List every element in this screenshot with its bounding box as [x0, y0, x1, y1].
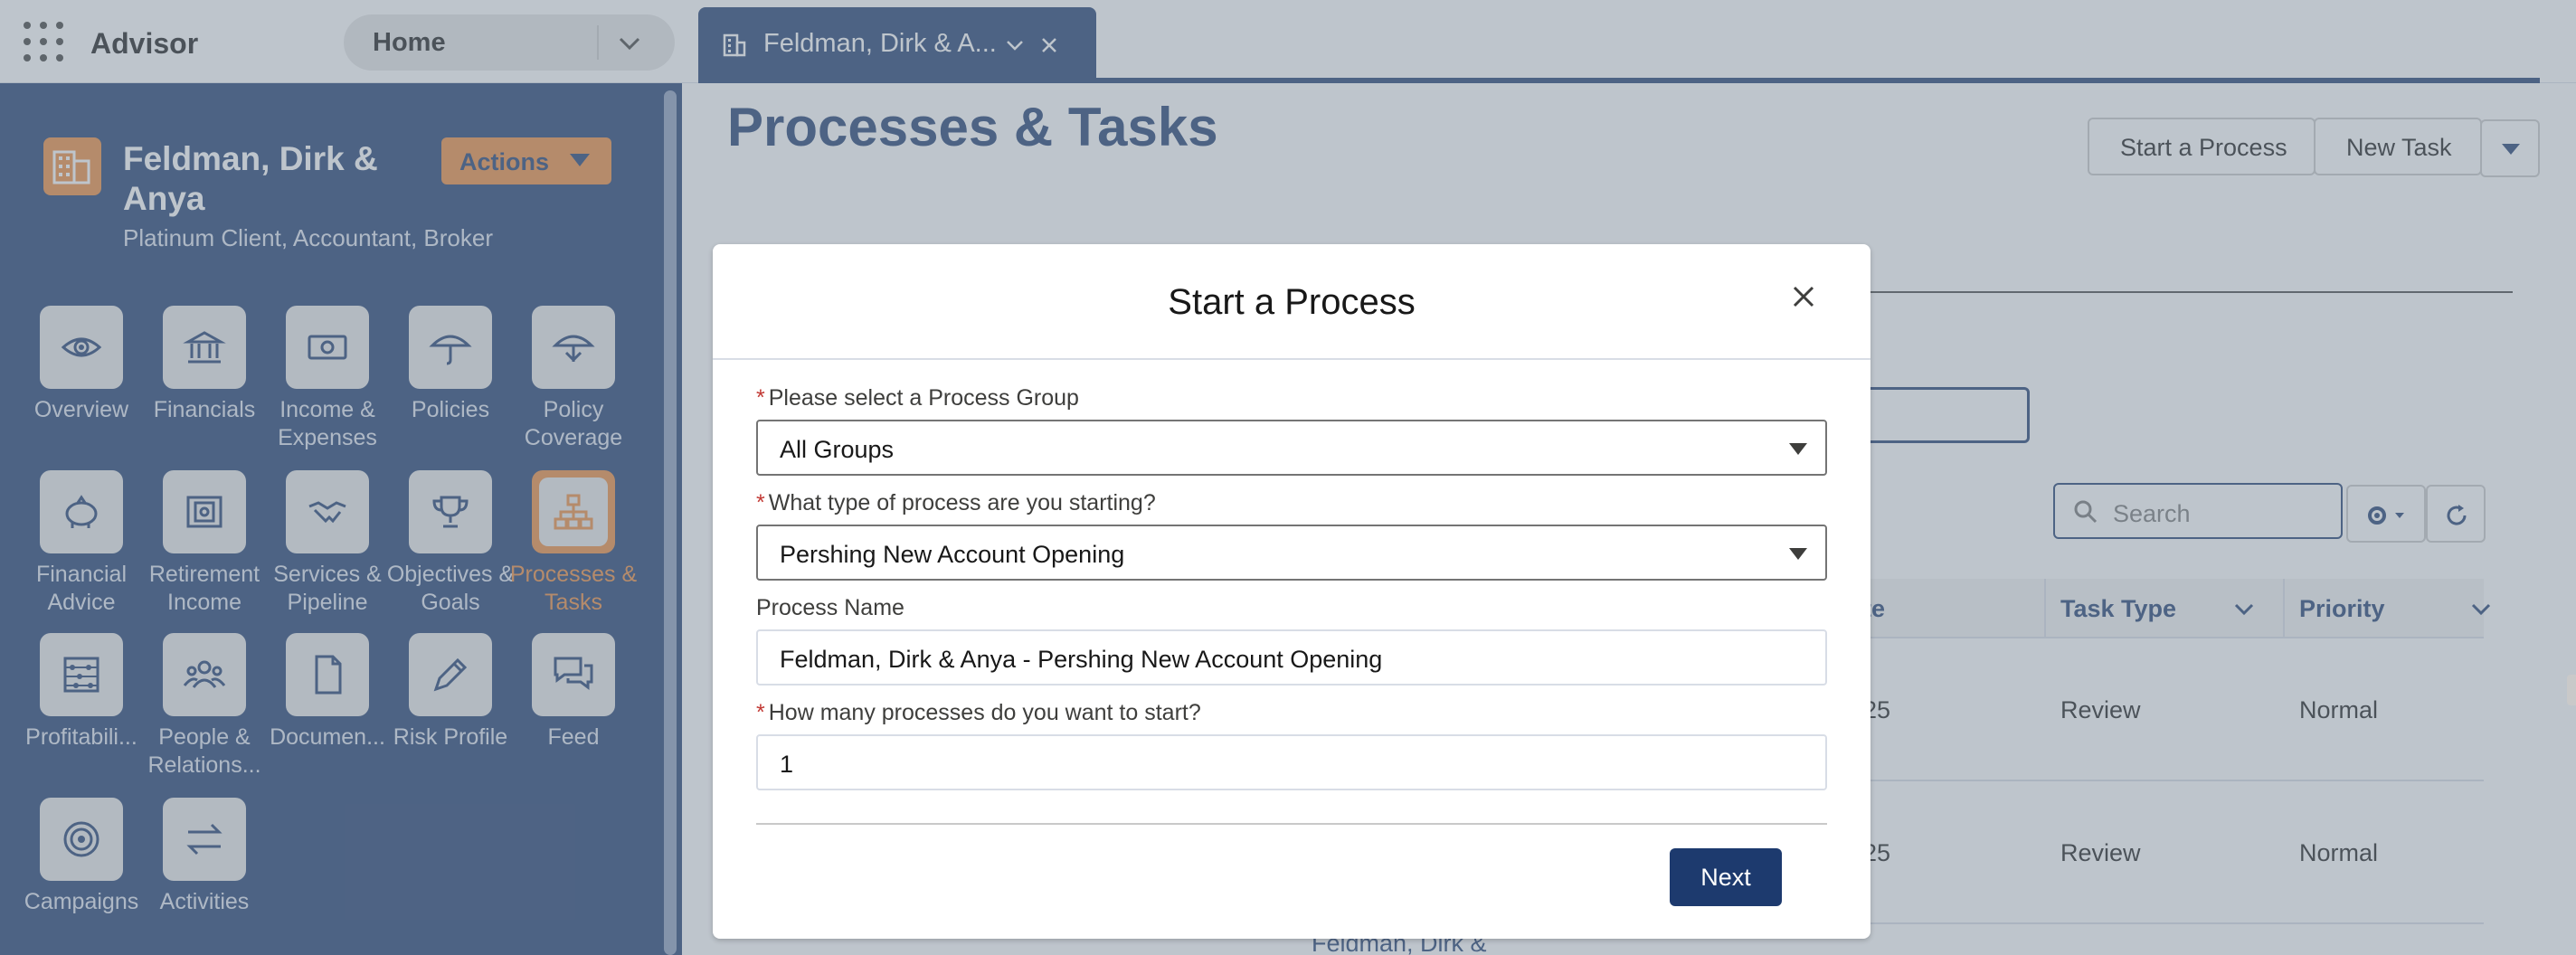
- process-group-label-text: Please select a Process Group: [768, 385, 1079, 411]
- process-group-select[interactable]: All Groups: [756, 420, 1827, 476]
- modal-title: Start a Process: [1168, 282, 1416, 322]
- process-group-value: All Groups: [780, 436, 895, 463]
- process-type-label: * What type of process are you starting?: [756, 490, 1156, 516]
- process-name-label: Process Name: [756, 595, 904, 620]
- process-type-select[interactable]: Pershing New Account Opening: [756, 525, 1827, 581]
- process-count-label: * How many processes do you want to start…: [756, 700, 1201, 726]
- close-icon[interactable]: [1785, 279, 1822, 315]
- process-count-input[interactable]: 1: [756, 734, 1827, 790]
- process-count-value: 1: [780, 751, 794, 778]
- caret-down-icon: [1789, 443, 1807, 455]
- caret-down-icon: [1789, 548, 1807, 560]
- start-process-modal: Start a Process * Please select a Process…: [713, 244, 1870, 939]
- process-type-label-text: What type of process are you starting?: [768, 490, 1156, 515]
- required-indicator: *: [756, 385, 765, 411]
- process-name-value: Feldman, Dirk & Anya - Pershing New Acco…: [780, 646, 1383, 673]
- required-indicator: *: [756, 700, 765, 725]
- process-group-label: * Please select a Process Group: [756, 385, 1079, 411]
- modal-header: Start a Process: [713, 244, 1870, 360]
- next-button[interactable]: Next: [1670, 848, 1782, 906]
- page-scroll-handle[interactable]: [2567, 675, 2576, 705]
- required-indicator: *: [756, 490, 765, 515]
- modal-footer-divider: [756, 823, 1827, 825]
- next-button-label: Next: [1700, 864, 1751, 891]
- process-count-label-text: How many processes do you want to start?: [768, 700, 1201, 725]
- process-type-value: Pershing New Account Opening: [780, 541, 1125, 568]
- process-name-input[interactable]: Feldman, Dirk & Anya - Pershing New Acco…: [756, 629, 1827, 686]
